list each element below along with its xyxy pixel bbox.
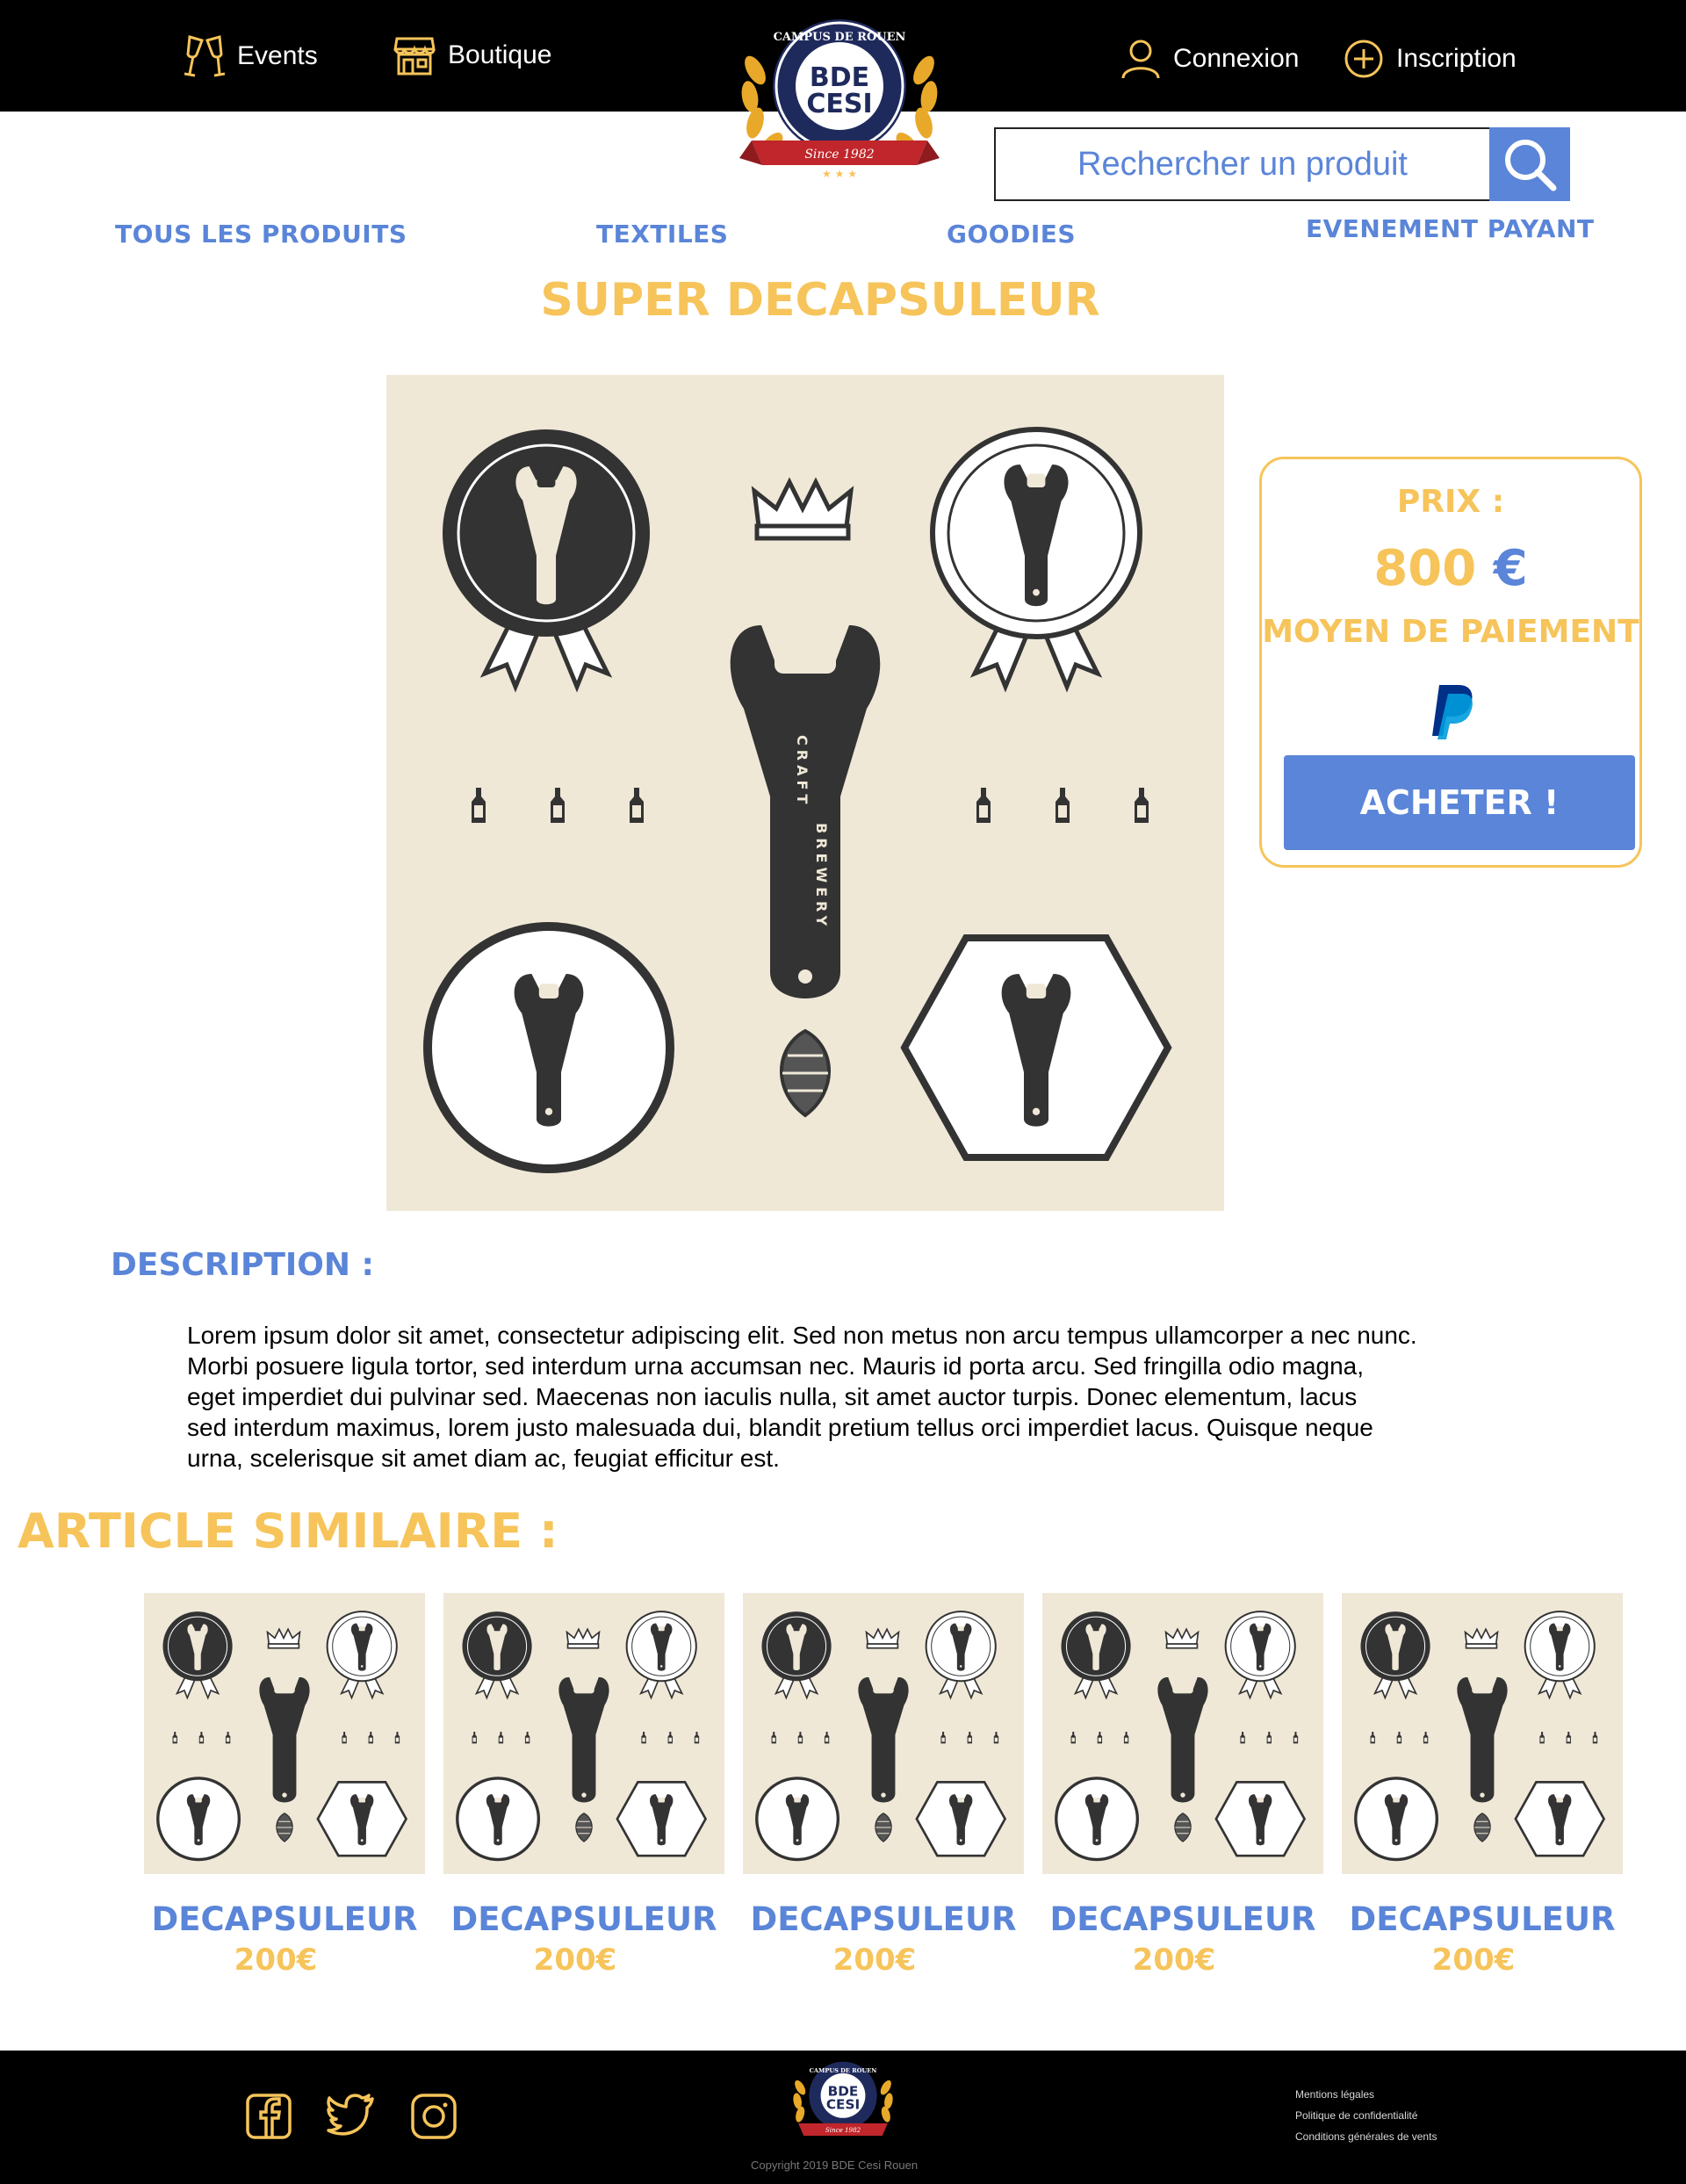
nav-inscription-label: Inscription — [1396, 44, 1517, 73]
product-image: CRAFT BREWERY — [386, 375, 1224, 1211]
description-line: Morbi posuere ligula tortor, sed interdu… — [187, 1352, 1365, 1380]
product-image-text-2: BREWERY — [813, 823, 830, 930]
price-amount: 800 — [1373, 540, 1477, 597]
category-textiles[interactable]: TEXTILES — [596, 220, 728, 249]
bde-logo[interactable]: CAMPUS DE ROUEN BDE CESI Since 1982 ★ ★ … — [736, 18, 943, 184]
similar-card-image[interactable] — [1042, 1593, 1323, 1874]
similar-card-price: 200€ — [1132, 1943, 1216, 1978]
shop-icon — [393, 37, 436, 76]
legal-link-cgv[interactable]: Conditions générales de vents — [1295, 2130, 1437, 2143]
svg-text:Since 1982: Since 1982 — [825, 2126, 861, 2134]
nav-boutique-link[interactable]: Boutique — [393, 35, 551, 76]
plus-circle-icon — [1344, 40, 1383, 78]
nav-inscription-link[interactable]: Inscription — [1344, 39, 1517, 79]
price-card: PRIX : 800 € MOYEN DE PAIEMENT ACHETER ! — [1259, 457, 1642, 868]
search-button[interactable] — [1489, 127, 1570, 201]
similar-card-price: 200€ — [1431, 1943, 1516, 1978]
similar-card-name[interactable]: DECAPSULEUR — [443, 1900, 724, 1938]
svg-text:CAMPUS DE ROUEN: CAMPUS DE ROUEN — [810, 2067, 877, 2074]
similar-card[interactable]: DECAPSULEUR 200€ — [743, 1593, 1024, 1978]
similar-card-price: 200€ — [533, 1943, 617, 1978]
logo-arc-text: CAMPUS DE ROUEN — [774, 31, 906, 44]
product-image-text-1: CRAFT — [794, 735, 811, 808]
svg-text:CESI: CESI — [826, 2097, 860, 2113]
category-goodies[interactable]: GOODIES — [947, 220, 1076, 249]
page-title: SUPER DECAPSULEUR — [540, 274, 1100, 327]
twitter-icon[interactable] — [327, 2094, 374, 2139]
similar-card-name[interactable]: DECAPSULEUR — [1342, 1900, 1623, 1938]
similar-card-price: 200€ — [832, 1943, 917, 1978]
similar-card-image[interactable] — [144, 1593, 425, 1874]
description-line: Lorem ipsum dolor sit amet, consectetur … — [187, 1322, 1417, 1349]
similar-card-name[interactable]: DECAPSULEUR — [1042, 1900, 1323, 1938]
champagne-glasses-icon — [184, 35, 225, 77]
facebook-icon[interactable] — [246, 2094, 292, 2143]
similar-heading: ARTICLE SIMILAIRE : — [18, 1503, 558, 1559]
similar-card[interactable]: DECAPSULEUR 200€ — [144, 1593, 425, 1978]
description-line: urna, scelerisque sit amet diam ac, feug… — [187, 1445, 780, 1472]
paypal-icon[interactable] — [1430, 683, 1476, 743]
category-tous-les-produits[interactable]: TOUS LES PRODUITS — [115, 220, 407, 249]
search-input[interactable] — [996, 129, 1489, 199]
similar-card-name[interactable]: DECAPSULEUR — [743, 1900, 1024, 1938]
legal-link-confidentialite[interactable]: Politique de confidentialité — [1295, 2109, 1417, 2122]
nav-boutique-label: Boutique — [448, 40, 552, 69]
nav-connexion-link[interactable]: Connexion — [1120, 39, 1299, 79]
similar-card-name[interactable]: DECAPSULEUR — [144, 1900, 425, 1938]
payment-label: MOYEN DE PAIEMENT — [1262, 614, 1639, 650]
svg-text:★ ★ ★: ★ ★ ★ — [822, 168, 857, 180]
price-label: PRIX : — [1396, 484, 1505, 520]
similar-card[interactable]: DECAPSULEUR 200€ — [443, 1593, 724, 1978]
nav-events-label: Events — [237, 41, 318, 70]
logo-ribbon: Since 1982 — [804, 148, 874, 162]
search-box — [994, 127, 1491, 201]
price-currency: € — [1493, 540, 1528, 597]
user-icon — [1121, 40, 1160, 79]
price-value: 800 € — [1262, 540, 1639, 597]
similar-card-image[interactable] — [743, 1593, 1024, 1874]
nav-connexion-label: Connexion — [1173, 44, 1300, 73]
nav-events-link[interactable]: Events — [184, 33, 318, 79]
description-line: sed interdum maximus, lorem justo malesu… — [187, 1414, 1373, 1441]
footer-logo[interactable]: CAMPUS DE ROUEN BDE CESI Since 1982 — [790, 2059, 896, 2151]
search-icon — [1505, 140, 1557, 191]
logo-cesi: CESI — [806, 89, 872, 119]
instagram-icon[interactable] — [411, 2094, 457, 2143]
similar-card-image[interactable] — [443, 1593, 724, 1874]
description-line: eget imperdiet dui pulvinar sed. Maecena… — [187, 1383, 1358, 1410]
category-evenement-payant[interactable]: EVENEMENT PAYANT — [1306, 214, 1595, 243]
similar-card-image[interactable] — [1342, 1593, 1623, 1874]
buy-button[interactable]: ACHETER ! — [1284, 755, 1635, 850]
similar-card-price: 200€ — [234, 1943, 318, 1978]
description-heading: DESCRIPTION : — [111, 1247, 374, 1283]
legal-link-mentions[interactable]: Mentions légales — [1295, 2088, 1374, 2101]
similar-card[interactable]: DECAPSULEUR 200€ — [1342, 1593, 1623, 1978]
similar-card[interactable]: DECAPSULEUR 200€ — [1042, 1593, 1323, 1978]
copyright: Copyright 2019 BDE Cesi Rouen — [751, 2159, 919, 2172]
